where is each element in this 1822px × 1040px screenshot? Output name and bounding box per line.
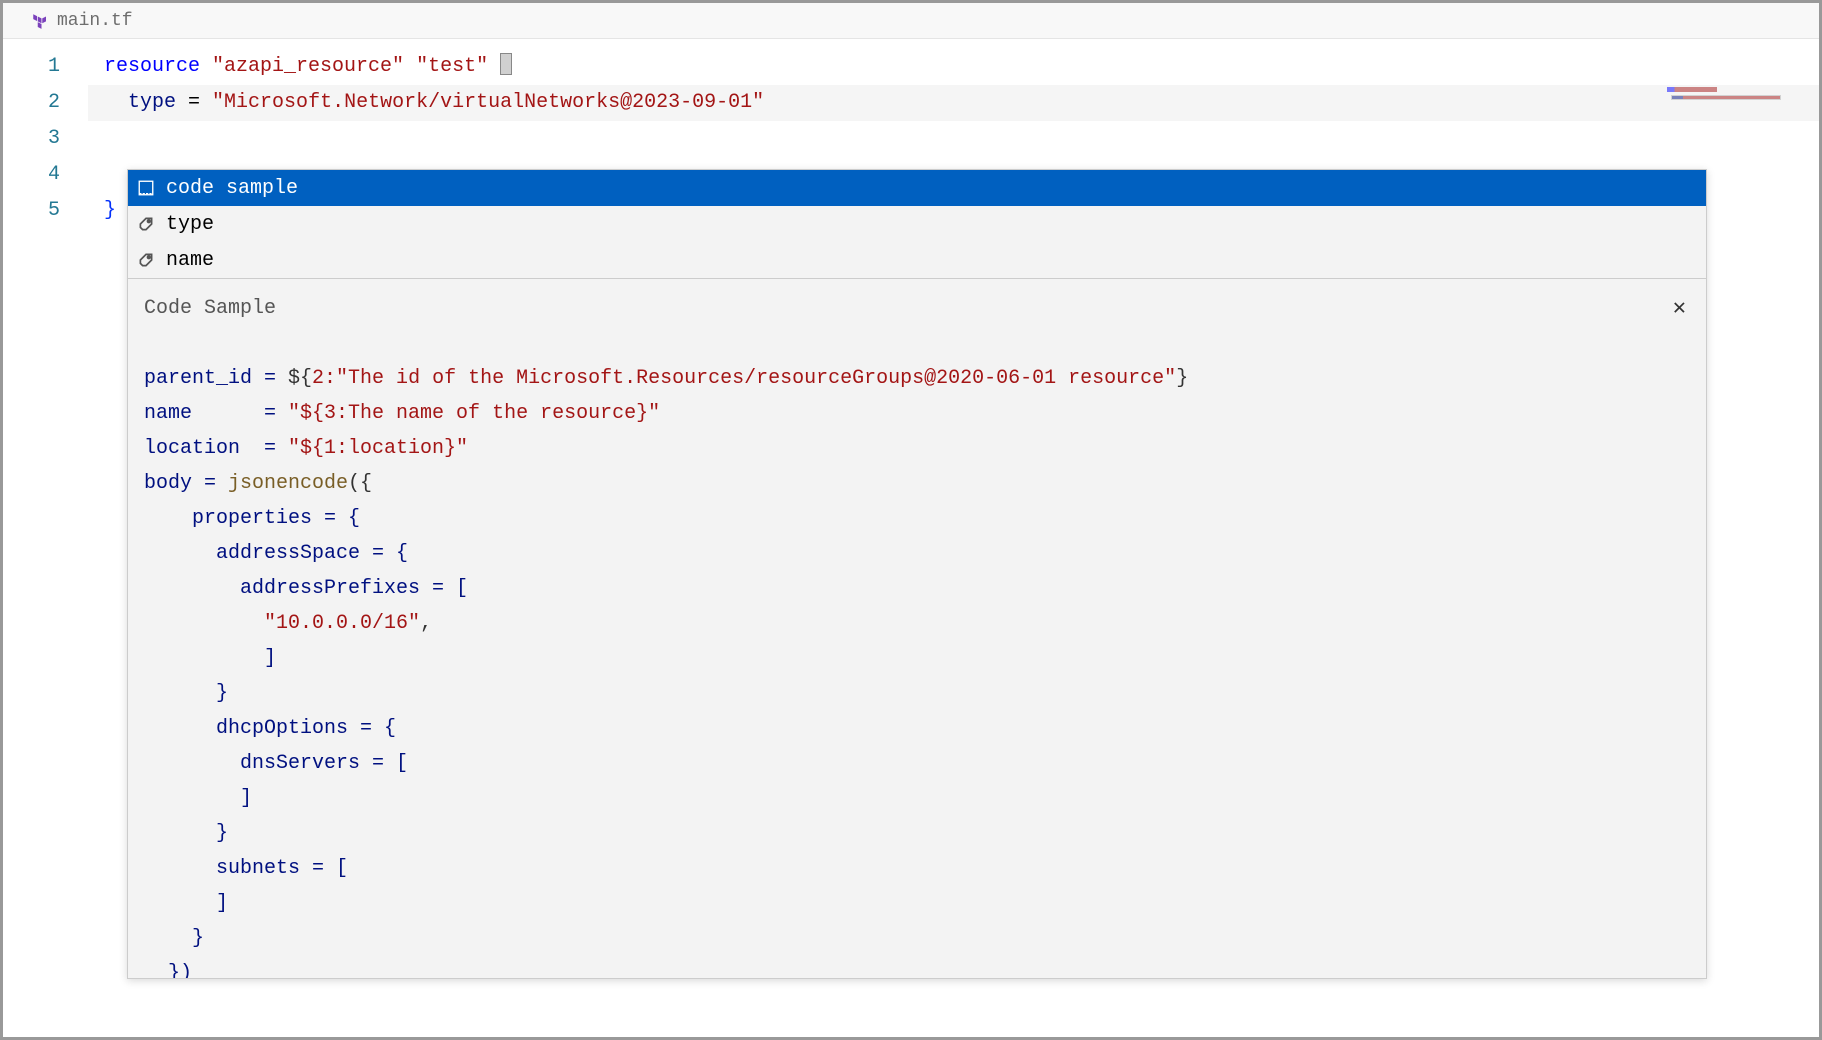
- suggestion-label: type: [166, 213, 214, 236]
- terraform-icon: [31, 12, 49, 30]
- line-number: 2: [3, 85, 60, 121]
- cursor-marker: [500, 53, 512, 75]
- suggestion-label: name: [166, 249, 214, 272]
- code-line: [88, 121, 1819, 157]
- property-icon: [136, 214, 156, 234]
- property-icon: [136, 250, 156, 270]
- code-line: type = "Microsoft.Network/virtualNetwork…: [88, 85, 1819, 121]
- suggestion-details-panel: Code Sample ✕ parent_id = ${2:"The id of…: [128, 278, 1706, 978]
- minimap[interactable]: [1665, 87, 1795, 115]
- tab-filename: main.tf: [57, 11, 133, 31]
- line-number: 5: [3, 193, 60, 229]
- line-number-gutter: 1 2 3 4 5: [3, 39, 88, 1037]
- autocomplete-popup: code sample type name Code Sample: [127, 169, 1707, 979]
- close-icon[interactable]: ✕: [1669, 291, 1690, 325]
- details-title: Code Sample: [144, 297, 276, 320]
- tab-bar: main.tf: [3, 3, 1819, 39]
- suggestion-list: code sample type name: [128, 170, 1706, 278]
- suggestion-item-name[interactable]: name: [128, 242, 1706, 278]
- suggestion-item-code-sample[interactable]: code sample: [128, 170, 1706, 206]
- suggestion-item-type[interactable]: type: [128, 206, 1706, 242]
- line-number: 1: [3, 49, 60, 85]
- snippet-icon: [136, 178, 156, 198]
- line-number: 4: [3, 157, 60, 193]
- code-line: resource "azapi_resource" "test": [88, 49, 1819, 85]
- file-tab[interactable]: main.tf: [31, 11, 133, 31]
- suggestion-label: code sample: [166, 177, 298, 200]
- code-sample-body: parent_id = ${2:"The id of the Microsoft…: [144, 361, 1690, 978]
- line-number: 3: [3, 121, 60, 157]
